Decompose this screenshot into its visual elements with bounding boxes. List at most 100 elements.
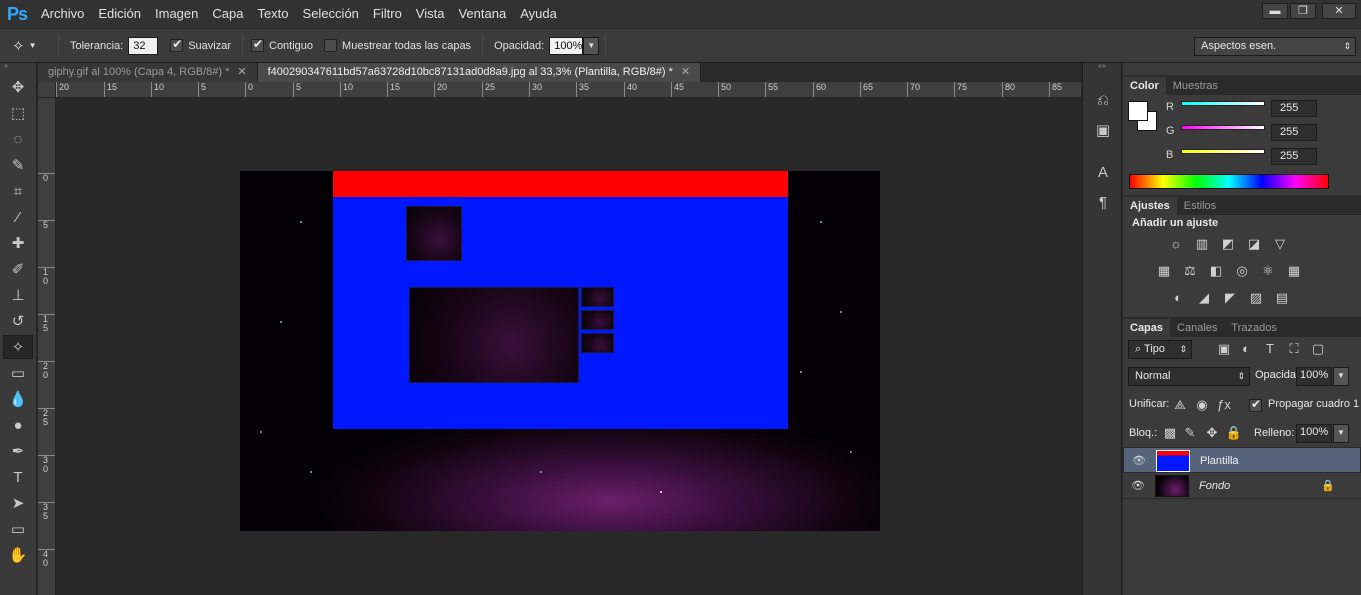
- restore-button[interactable]: ❐: [1290, 3, 1316, 19]
- close-icon[interactable]: ✕: [237, 66, 246, 78]
- vibrance-icon[interactable]: ▽: [1271, 236, 1289, 252]
- magic-wand-tool-preset-icon[interactable]: ✧ ▼: [12, 34, 52, 58]
- curves-icon[interactable]: ◩: [1219, 236, 1237, 252]
- menu-edicion[interactable]: Edición: [91, 0, 148, 28]
- contiguous-checkbox[interactable]: [251, 37, 264, 52]
- filter-adjustment-icon[interactable]: ◐: [1237, 341, 1255, 357]
- brush-tool-icon[interactable]: ✐: [3, 257, 33, 281]
- workspace-select[interactable]: Aspectos esen. ⇕: [1194, 37, 1356, 56]
- collapse-icon[interactable]: »: [0, 63, 36, 73]
- menu-capa[interactable]: Capa: [205, 0, 250, 28]
- green-slider[interactable]: [1181, 125, 1265, 130]
- quick-selection-tool-icon[interactable]: ✎: [3, 153, 33, 177]
- menu-vista[interactable]: Vista: [409, 0, 452, 28]
- posterize-icon[interactable]: ◢: [1195, 290, 1213, 306]
- filter-smart-object-icon[interactable]: ▢: [1309, 341, 1327, 357]
- tab-plantilla[interactable]: f400290347611bd57a63728d10bc87131ad0d8a9…: [257, 63, 702, 82]
- selective-color-icon[interactable]: ▨: [1247, 290, 1265, 306]
- hand-tool-icon[interactable]: ✋: [3, 543, 33, 567]
- exposure-icon[interactable]: ◪: [1245, 236, 1263, 252]
- paragraph-panel-icon[interactable]: ¶: [1089, 189, 1117, 215]
- layer-opacity-dropdown-icon[interactable]: ▼: [1333, 367, 1349, 386]
- path-selection-tool-icon[interactable]: ➤: [3, 491, 33, 515]
- filter-type-icon[interactable]: T: [1261, 341, 1279, 357]
- propagate-frame-checkbox[interactable]: [1249, 397, 1262, 412]
- visibility-eye-icon[interactable]: 👁: [1131, 479, 1145, 493]
- channel-mixer-icon[interactable]: ⚛: [1259, 263, 1277, 279]
- tab-channels[interactable]: Canales: [1170, 319, 1224, 337]
- unify-position-icon[interactable]: ⟁: [1171, 397, 1189, 413]
- sample-all-layers-checkbox[interactable]: [324, 39, 338, 52]
- tab-styles[interactable]: Estilos: [1177, 197, 1223, 215]
- filter-shape-icon[interactable]: ⛶: [1285, 341, 1303, 357]
- fill-input[interactable]: 100%: [1296, 424, 1332, 443]
- tab-color[interactable]: Color: [1123, 77, 1166, 95]
- color-spectrum-bar[interactable]: [1129, 174, 1329, 189]
- healing-brush-tool-icon[interactable]: ✚: [3, 231, 33, 255]
- gradient-map-icon[interactable]: ▤: [1273, 290, 1291, 306]
- layer-row-plantilla[interactable]: 👁 Plantilla: [1123, 447, 1361, 473]
- blue-value-input[interactable]: 255: [1271, 148, 1317, 165]
- opacity-dropdown-icon[interactable]: ▼: [583, 36, 600, 55]
- menu-imagen[interactable]: Imagen: [148, 0, 205, 28]
- tab-giphy[interactable]: giphy.gif al 100% (Capa 4, RGB/8#) * ✕: [38, 63, 258, 82]
- tab-layers[interactable]: Capas: [1123, 319, 1171, 337]
- unify-style-icon[interactable]: ƒx: [1215, 397, 1233, 413]
- unify-visibility-icon[interactable]: ◉: [1193, 397, 1211, 413]
- menu-filtro[interactable]: Filtro: [366, 0, 409, 28]
- gradient-tool-icon[interactable]: ▭: [3, 361, 33, 385]
- layer-row-fondo[interactable]: 👁 Fondo 🔒: [1123, 473, 1361, 499]
- levels-icon[interactable]: ▥: [1193, 236, 1211, 252]
- marquee-tool-icon[interactable]: ⬚: [3, 101, 33, 125]
- lock-transparent-icon[interactable]: ▩: [1161, 425, 1179, 441]
- crop-tool-icon[interactable]: ⌗: [3, 179, 33, 203]
- menu-texto[interactable]: Texto: [250, 0, 295, 28]
- layer-opacity-input[interactable]: 100%: [1296, 367, 1332, 386]
- photo-filter-icon[interactable]: ◎: [1233, 263, 1251, 279]
- blue-slider[interactable]: [1181, 149, 1265, 154]
- collapse-icon[interactable]: «»: [1083, 63, 1121, 73]
- opacity-input[interactable]: 100%: [549, 36, 584, 55]
- threshold-icon[interactable]: ◤: [1221, 290, 1239, 306]
- rectangle-tool-icon[interactable]: ▭: [3, 517, 33, 541]
- tab-paths[interactable]: Trazados: [1224, 319, 1283, 337]
- layer-name[interactable]: Fondo: [1199, 480, 1230, 492]
- green-value-input[interactable]: 255: [1271, 124, 1317, 141]
- lock-pixels-icon[interactable]: ✎: [1181, 425, 1199, 441]
- fill-dropdown-icon[interactable]: ▼: [1333, 424, 1349, 443]
- smooth-checkbox[interactable]: [170, 37, 184, 52]
- pen-tool-icon[interactable]: ✒: [3, 439, 33, 463]
- blur-tool-icon[interactable]: 💧: [3, 387, 33, 411]
- character-panel-icon[interactable]: A: [1089, 159, 1117, 185]
- document-image[interactable]: [240, 171, 880, 531]
- type-tool-icon[interactable]: T: [3, 465, 33, 489]
- brightness-icon[interactable]: ☼: [1167, 236, 1185, 252]
- move-tool-icon[interactable]: ✥: [3, 75, 33, 99]
- red-slider[interactable]: [1181, 101, 1265, 106]
- lock-all-icon[interactable]: 🔒: [1225, 425, 1243, 441]
- eyedropper-tool-icon[interactable]: ⁄: [3, 205, 33, 229]
- close-icon[interactable]: ✕: [681, 66, 690, 78]
- close-window-button[interactable]: ✕: [1322, 3, 1356, 19]
- visibility-eye-icon[interactable]: 👁: [1132, 454, 1146, 468]
- tab-adjustments[interactable]: Ajustes: [1123, 197, 1177, 215]
- layer-name[interactable]: Plantilla: [1200, 455, 1239, 467]
- lock-position-icon[interactable]: ✥: [1203, 425, 1221, 441]
- filter-pixel-icon[interactable]: ▣: [1215, 341, 1233, 357]
- clone-stamp-tool-icon[interactable]: ⊥: [3, 283, 33, 307]
- dodge-tool-icon[interactable]: ●: [3, 413, 33, 437]
- menu-ventana[interactable]: Ventana: [451, 0, 513, 28]
- lasso-tool-icon[interactable]: ◌: [3, 127, 33, 151]
- color-lookup-icon[interactable]: ▦: [1285, 263, 1303, 279]
- tolerance-input[interactable]: 32: [128, 36, 159, 55]
- black-white-icon[interactable]: ◧: [1207, 263, 1225, 279]
- menu-seleccion[interactable]: Selección: [296, 0, 366, 28]
- menu-ayuda[interactable]: Ayuda: [513, 0, 564, 28]
- history-panel-icon[interactable]: ⎌: [1089, 87, 1117, 113]
- red-value-input[interactable]: 255: [1271, 100, 1317, 117]
- color-balance-icon[interactable]: ⚖: [1181, 263, 1199, 279]
- properties-panel-icon[interactable]: ▣: [1089, 117, 1117, 143]
- menu-archivo[interactable]: Archivo: [34, 0, 91, 28]
- minimize-button[interactable]: ▬: [1262, 3, 1288, 19]
- layer-filter-select[interactable]: ⌕ Tipo ⇕: [1128, 340, 1192, 359]
